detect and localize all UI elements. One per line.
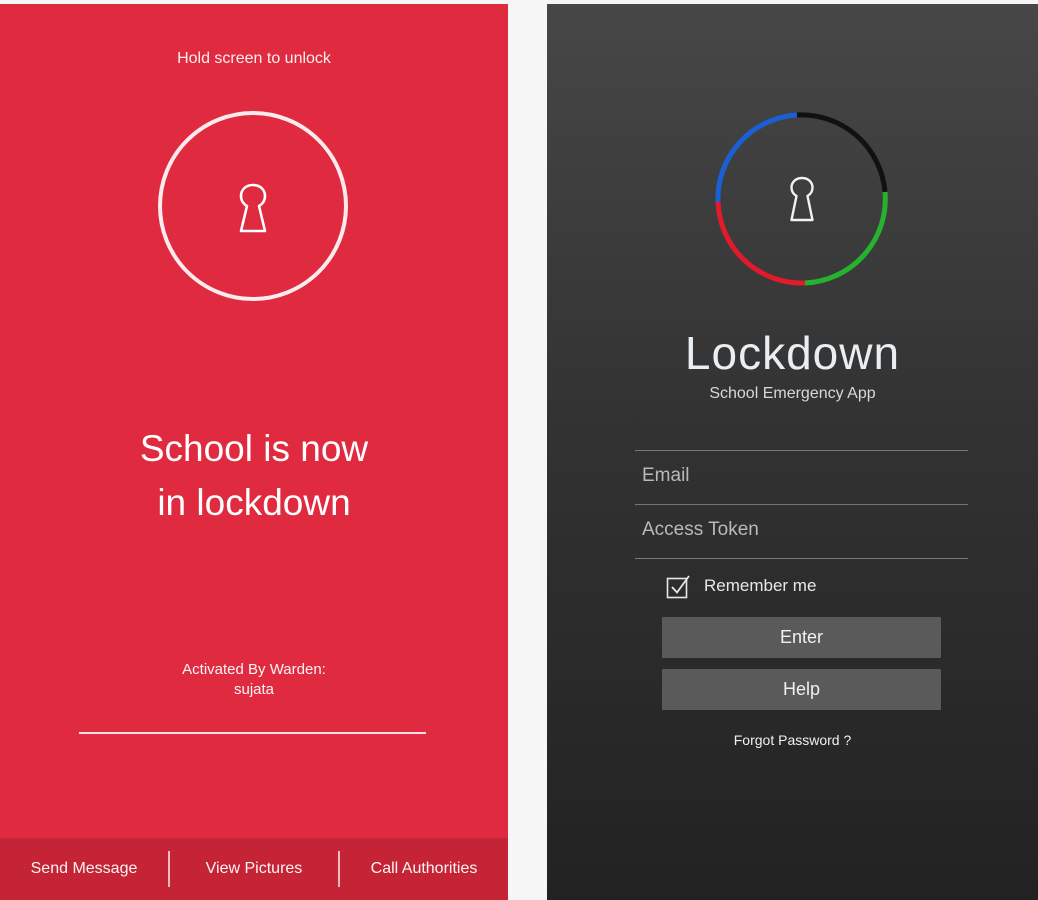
login-screen: Lockdown School Emergency App Email Acce… [547, 4, 1038, 900]
help-button[interactable]: Help [662, 669, 941, 710]
keyhole-icon [239, 183, 267, 233]
warden-name: sujata [233, 681, 275, 698]
remember-me-toggle[interactable]: Remember me [666, 574, 817, 599]
email-field[interactable]: Email [635, 450, 968, 503]
checkbox-checked-icon[interactable] [666, 574, 690, 599]
headline-line-2: in lockdown [157, 482, 351, 523]
call-authorities-button[interactable]: Call Authorities [340, 838, 508, 900]
app-logo-icon [715, 112, 888, 286]
forgot-password-link[interactable]: Forgot Password ? [547, 732, 1038, 748]
enter-button[interactable]: Enter [662, 617, 941, 658]
unlock-hint: Hold screen to unlock [177, 50, 331, 67]
headline-line-1: School is now [139, 428, 369, 469]
unlock-slider-track[interactable] [79, 732, 426, 734]
remember-me-label: Remember me [704, 576, 817, 595]
action-bar: Send Message View Pictures Call Authorit… [0, 838, 508, 900]
activated-by: Activated By Warden: sujata [0, 660, 508, 700]
activated-label: Activated By Warden: [182, 661, 326, 678]
access-token-field[interactable]: Access Token [635, 504, 968, 559]
lockdown-screen[interactable]: Hold screen to unlock School is now in l… [0, 4, 508, 900]
send-message-button[interactable]: Send Message [0, 838, 168, 900]
view-pictures-button[interactable]: View Pictures [170, 838, 338, 900]
lock-button[interactable] [158, 111, 348, 301]
app-subtitle: School Emergency App [709, 385, 876, 402]
lockdown-headline: School is now in lockdown [0, 422, 508, 530]
app-title: Lockdown [684, 327, 901, 379]
